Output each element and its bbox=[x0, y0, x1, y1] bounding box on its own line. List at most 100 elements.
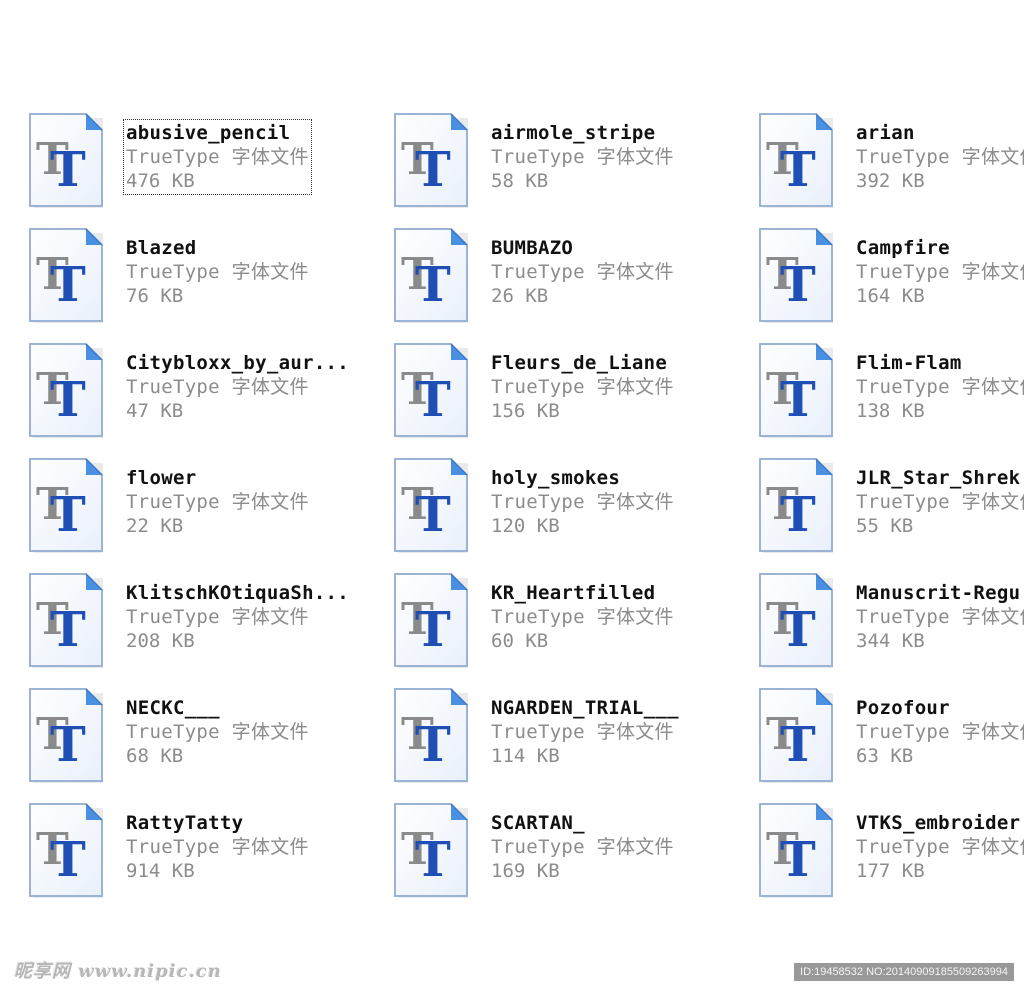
truetype-font-file-icon[interactable]: TT bbox=[758, 112, 836, 210]
file-label[interactable]: NECKC___ TrueType 字体文件 68 KB bbox=[124, 695, 311, 769]
file-item[interactable]: TT Pozofour TrueType 字体文件 63 KB bbox=[758, 687, 1024, 787]
file-item[interactable]: TT SCARTAN_ TrueType 字体文件 169 KB bbox=[393, 802, 733, 902]
truetype-font-file-icon[interactable]: TT bbox=[393, 572, 471, 670]
file-type: TrueType 字体文件 bbox=[856, 376, 1024, 398]
file-name: KlitschKOtiquaSh... bbox=[126, 582, 350, 604]
truetype-font-file-icon[interactable]: TT bbox=[28, 112, 106, 210]
truetype-font-file-icon[interactable]: TT bbox=[758, 342, 836, 440]
file-type: TrueType 字体文件 bbox=[856, 836, 1024, 858]
file-name: flower bbox=[126, 467, 197, 489]
svg-text:T: T bbox=[780, 832, 816, 888]
svg-text:T: T bbox=[780, 372, 816, 428]
file-label[interactable]: Blazed TrueType 字体文件 76 KB bbox=[124, 235, 311, 309]
file-type: TrueType 字体文件 bbox=[126, 261, 309, 283]
file-label[interactable]: Flim-Flam TrueType 字体文件 138 KB bbox=[854, 350, 1024, 424]
file-size: 164 KB bbox=[856, 285, 925, 307]
truetype-font-file-icon[interactable]: TT bbox=[28, 457, 106, 555]
file-size: 47 KB bbox=[126, 400, 184, 422]
file-type: TrueType 字体文件 bbox=[491, 376, 674, 398]
file-item[interactable]: TT airmole_stripe TrueType 字体文件 58 KB bbox=[393, 112, 733, 212]
truetype-font-file-icon[interactable]: TT bbox=[758, 802, 836, 900]
truetype-font-file-icon[interactable]: TT bbox=[28, 687, 106, 785]
file-name: RattyTatty bbox=[126, 812, 244, 834]
file-item[interactable]: TT NGARDEN_TRIAL___ TrueType 字体文件 114 KB bbox=[393, 687, 733, 787]
file-label[interactable]: Campfire TrueType 字体文件 164 KB bbox=[854, 235, 1024, 309]
file-size: 392 KB bbox=[856, 170, 925, 192]
truetype-font-file-icon[interactable]: TT bbox=[758, 457, 836, 555]
svg-text:T: T bbox=[50, 372, 86, 428]
truetype-font-file-icon[interactable]: TT bbox=[393, 227, 471, 325]
file-type: TrueType 字体文件 bbox=[491, 836, 674, 858]
truetype-font-file-icon[interactable]: TT bbox=[28, 227, 106, 325]
file-label[interactable]: Manuscrit-Regu TrueType 字体文件 344 KB bbox=[854, 580, 1024, 654]
file-label[interactable]: BUMBAZO TrueType 字体文件 26 KB bbox=[489, 235, 676, 309]
svg-text:T: T bbox=[415, 372, 451, 428]
file-label[interactable]: airmole_stripe TrueType 字体文件 58 KB bbox=[489, 120, 676, 194]
file-label[interactable]: Fleurs_de_Liane TrueType 字体文件 156 KB bbox=[489, 350, 676, 424]
file-item[interactable]: TT Campfire TrueType 字体文件 164 KB bbox=[758, 227, 1024, 327]
svg-text:T: T bbox=[50, 602, 86, 658]
truetype-font-file-icon[interactable]: TT bbox=[28, 342, 106, 440]
truetype-font-file-icon[interactable]: TT bbox=[28, 802, 106, 900]
svg-text:T: T bbox=[50, 717, 86, 773]
file-name: BUMBAZO bbox=[491, 237, 574, 259]
file-type: TrueType 字体文件 bbox=[856, 606, 1024, 628]
file-item[interactable]: TT arian TrueType 字体文件 392 KB bbox=[758, 112, 1024, 212]
file-name: Pozofour bbox=[856, 697, 950, 719]
svg-text:T: T bbox=[780, 717, 816, 773]
file-label[interactable]: arian TrueType 字体文件 392 KB bbox=[854, 120, 1024, 194]
file-item[interactable]: TT flower TrueType 字体文件 22 KB bbox=[28, 457, 368, 557]
truetype-font-file-icon[interactable]: TT bbox=[393, 342, 471, 440]
file-type: TrueType 字体文件 bbox=[491, 491, 674, 513]
file-item[interactable]: TT NECKC___ TrueType 字体文件 68 KB bbox=[28, 687, 368, 787]
file-item[interactable]: TT KR_Heartfilled TrueType 字体文件 60 KB bbox=[393, 572, 733, 672]
file-item[interactable]: TT Citybloxx_by_aur... TrueType 字体文件 47 … bbox=[28, 342, 368, 442]
truetype-font-file-icon[interactable]: TT bbox=[393, 457, 471, 555]
file-label[interactable]: KlitschKOtiquaSh... TrueType 字体文件 208 KB bbox=[124, 580, 351, 654]
file-label[interactable]: Pozofour TrueType 字体文件 63 KB bbox=[854, 695, 1024, 769]
truetype-font-file-icon[interactable]: TT bbox=[393, 802, 471, 900]
file-label[interactable]: holy_smokes TrueType 字体文件 120 KB bbox=[489, 465, 676, 539]
file-item[interactable]: TT Manuscrit-Regu TrueType 字体文件 344 KB bbox=[758, 572, 1024, 672]
file-item[interactable]: TT Blazed TrueType 字体文件 76 KB bbox=[28, 227, 368, 327]
file-item[interactable]: TT Fleurs_de_Liane TrueType 字体文件 156 KB bbox=[393, 342, 733, 442]
file-label[interactable]: Citybloxx_by_aur... TrueType 字体文件 47 KB bbox=[124, 350, 351, 424]
svg-text:T: T bbox=[780, 487, 816, 543]
file-label[interactable]: flower TrueType 字体文件 22 KB bbox=[124, 465, 311, 539]
file-label[interactable]: KR_Heartfilled TrueType 字体文件 60 KB bbox=[489, 580, 676, 654]
file-item[interactable]: TT BUMBAZO TrueType 字体文件 26 KB bbox=[393, 227, 733, 327]
file-label[interactable]: SCARTAN_ TrueType 字体文件 169 KB bbox=[489, 810, 676, 884]
file-type: TrueType 字体文件 bbox=[856, 146, 1024, 168]
truetype-font-file-icon[interactable]: TT bbox=[758, 227, 836, 325]
svg-text:T: T bbox=[780, 142, 816, 198]
file-type: TrueType 字体文件 bbox=[126, 836, 309, 858]
file-label[interactable]: JLR_Star_Shrek TrueType 字体文件 55 KB bbox=[854, 465, 1024, 539]
file-type: TrueType 字体文件 bbox=[491, 261, 674, 283]
file-label[interactable]: NGARDEN_TRIAL___ TrueType 字体文件 114 KB bbox=[489, 695, 681, 769]
file-name: airmole_stripe bbox=[491, 122, 656, 144]
truetype-font-file-icon[interactable]: TT bbox=[758, 687, 836, 785]
file-type: TrueType 字体文件 bbox=[856, 491, 1024, 513]
truetype-font-file-icon[interactable]: TT bbox=[28, 572, 106, 670]
svg-text:T: T bbox=[415, 257, 451, 313]
file-label[interactable]: abusive_pencil TrueType 字体文件 476 KB bbox=[123, 119, 312, 195]
file-item[interactable]: TT KlitschKOtiquaSh... TrueType 字体文件 208… bbox=[28, 572, 368, 672]
file-item[interactable]: TT JLR_Star_Shrek TrueType 字体文件 55 KB bbox=[758, 457, 1024, 557]
file-size: 26 KB bbox=[491, 285, 549, 307]
svg-text:T: T bbox=[415, 832, 451, 888]
truetype-font-file-icon[interactable]: TT bbox=[758, 572, 836, 670]
file-size: 344 KB bbox=[856, 630, 925, 652]
file-item[interactable]: TT holy_smokes TrueType 字体文件 120 KB bbox=[393, 457, 733, 557]
file-item[interactable]: TT Flim-Flam TrueType 字体文件 138 KB bbox=[758, 342, 1024, 442]
file-size: 208 KB bbox=[126, 630, 195, 652]
file-item[interactable]: TT RattyTatty TrueType 字体文件 914 KB bbox=[28, 802, 368, 902]
file-name: arian bbox=[856, 122, 915, 144]
file-label[interactable]: VTKS_embroider TrueType 字体文件 177 KB bbox=[854, 810, 1024, 884]
file-item[interactable]: TT VTKS_embroider TrueType 字体文件 177 KB bbox=[758, 802, 1024, 902]
truetype-font-file-icon[interactable]: TT bbox=[393, 112, 471, 210]
file-item[interactable]: TT abusive_pencil TrueType 字体文件 476 KB bbox=[28, 112, 368, 212]
file-label[interactable]: RattyTatty TrueType 字体文件 914 KB bbox=[124, 810, 311, 884]
file-name: Fleurs_de_Liane bbox=[491, 352, 668, 374]
truetype-font-file-icon[interactable]: TT bbox=[393, 687, 471, 785]
file-size: 177 KB bbox=[856, 860, 925, 882]
